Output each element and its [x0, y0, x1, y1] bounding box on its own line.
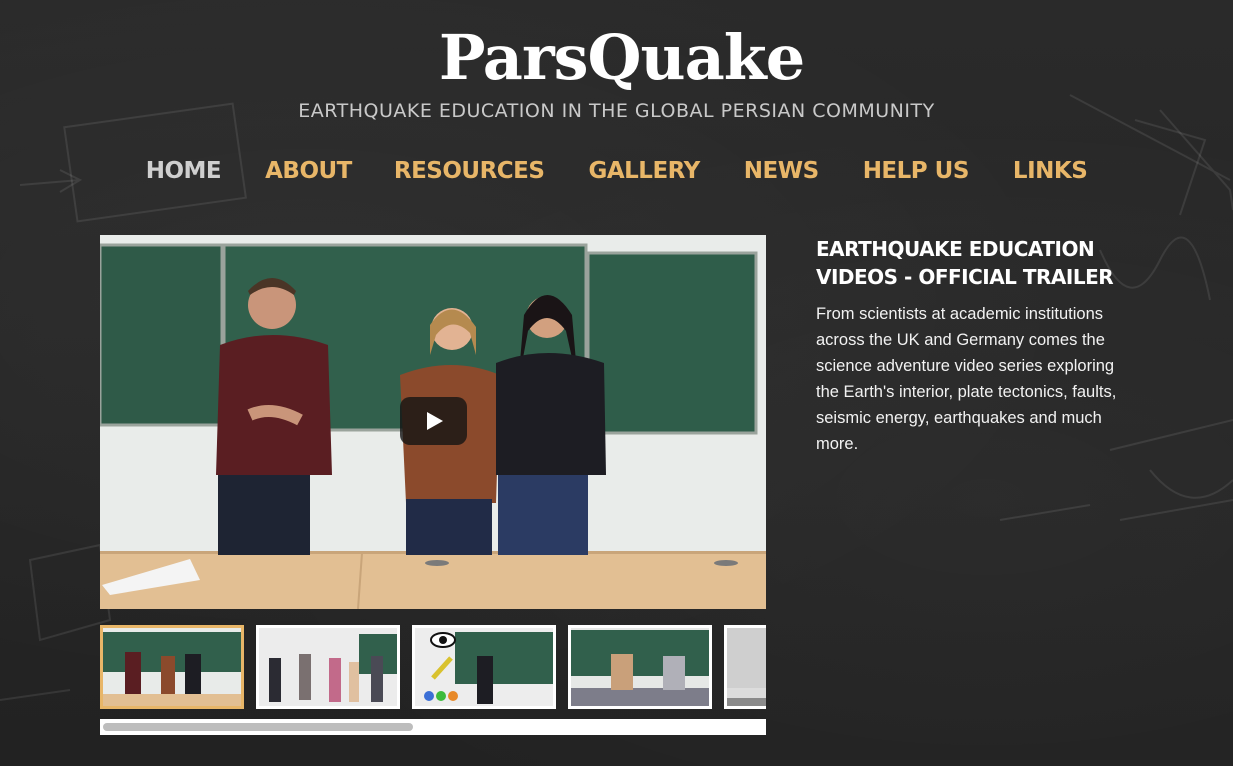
scrollbar-thumb[interactable] — [103, 723, 413, 731]
video-title: EARTHQUAKE EDUCATION VIDEOS - OFFICIAL T… — [816, 237, 1114, 289]
nav-resources[interactable]: RESOURCES — [394, 153, 545, 189]
thumbnail-image — [103, 628, 241, 706]
video-thumbnail[interactable] — [100, 625, 244, 709]
thumbnail-image — [259, 628, 397, 706]
video-player[interactable] — [100, 235, 766, 609]
nav-about[interactable]: ABOUT — [265, 153, 352, 189]
play-icon — [427, 412, 443, 430]
site-header: ParsQuake EARTHQUAKE EDUCATION IN THE GL… — [0, 18, 1233, 124]
video-description: From scientists at academic institutions… — [816, 305, 1117, 453]
nav-links[interactable]: LINKS — [1013, 153, 1088, 189]
nav-home[interactable]: HOME — [146, 153, 222, 189]
site-logo[interactable]: ParsQuake — [10, 18, 1233, 98]
video-play-button[interactable] — [400, 397, 467, 445]
video-thumbnail[interactable] — [724, 625, 766, 709]
nav-gallery[interactable]: GALLERY — [588, 153, 700, 189]
nav-news[interactable]: NEWS — [744, 153, 819, 189]
thumbnail-scrollbar[interactable] — [100, 719, 766, 735]
video-thumbnail-strip — [100, 625, 766, 711]
video-thumbnail[interactable] — [568, 625, 712, 709]
thumbnail-image — [727, 628, 766, 706]
video-info: EARTHQUAKE EDUCATION VIDEOS - OFFICIAL T… — [816, 235, 1136, 457]
video-thumbnail[interactable] — [412, 625, 556, 709]
nav-help-us[interactable]: HELP US — [863, 153, 970, 189]
site-tagline: EARTHQUAKE EDUCATION IN THE GLOBAL PERSI… — [298, 100, 935, 122]
main-nav: HOME ABOUT RESOURCES GALLERY NEWS HELP U… — [0, 153, 1233, 189]
thumbnail-image — [571, 628, 709, 706]
video-thumbnail[interactable] — [256, 625, 400, 709]
thumbnail-image — [415, 628, 553, 706]
